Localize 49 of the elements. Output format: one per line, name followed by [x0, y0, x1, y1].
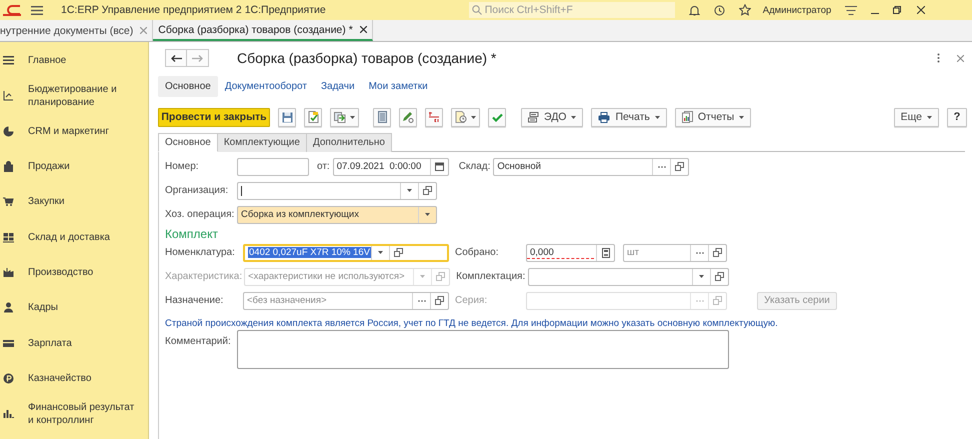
section-heading: Комплект [165, 227, 219, 241]
field-label: от: [317, 161, 330, 172]
print-button[interactable]: Печать [591, 108, 667, 126]
sidebar-item[interactable]: Финансовый результат и контроллинг [0, 396, 148, 432]
form-title: Сборка (разборка) товаров (создание) * [237, 50, 496, 66]
edo-button[interactable]: ЭДО [521, 108, 584, 126]
sidebar-item[interactable]: Склад и доставка [0, 219, 148, 255]
sidebar-item[interactable]: Главное [0, 43, 148, 78]
section-link[interactable]: Задачи [314, 76, 362, 97]
field-label: Серия: [455, 295, 488, 306]
reports-button[interactable]: Отчеты [674, 108, 752, 126]
sidebar-item[interactable]: Продажи [0, 148, 148, 184]
more-button[interactable]: Еще [894, 108, 939, 126]
form-tab[interactable]: Основное [158, 133, 218, 152]
purpose-field[interactable]: <без назначения> [243, 292, 449, 310]
post-and-close-button[interactable]: Провести и закрыть [158, 108, 270, 126]
field-label: Характеристика: [165, 271, 242, 282]
warehouse-field[interactable]: Основной [493, 158, 690, 176]
app-title: 1С:ERP Управление предприятием 2 1С:Предприятие [61, 4, 326, 16]
sidebar-item[interactable]: Кадры [0, 290, 148, 326]
sidebar-item[interactable]: Производство [0, 254, 148, 290]
form-tab[interactable]: Комплектующие [218, 133, 307, 152]
field-label: Хоз. операция: [165, 209, 235, 220]
document-tab[interactable]: нутренние документы (все) [0, 20, 154, 41]
help-button[interactable]: ? [947, 108, 967, 126]
form-tab[interactable]: Дополнительно [306, 133, 392, 152]
sidebar-item[interactable]: Бюджетирование и планирование [0, 78, 148, 114]
sidebar-item[interactable]: Казначейство [0, 360, 148, 396]
field-label: Назначение: [165, 295, 224, 306]
section-link[interactable]: Документооборот [218, 76, 314, 97]
section-link[interactable]: Основное [158, 76, 218, 97]
operation-field[interactable]: Сборка из комплектующих [237, 206, 437, 224]
field-label: Комплектация: [456, 271, 526, 282]
field-label: Комментарий: [165, 336, 232, 347]
field-label: Номер: [165, 161, 200, 172]
field-label: Склад: [458, 161, 490, 172]
sidebar-item[interactable]: CRM и маркетинг [0, 114, 148, 149]
user-name[interactable]: Администратор [762, 4, 832, 16]
sidebar-item[interactable]: Зарплата [0, 325, 148, 361]
nomenclature-field[interactable]: 0402 0,027uF X7R 10% 16V [243, 244, 449, 262]
sidebar-item[interactable]: Закупки [0, 184, 148, 220]
document-tab[interactable]: Сборка (разборка) товаров (создание) * [153, 20, 373, 41]
field-label: Собрано: [455, 247, 500, 258]
date-field[interactable]: 07.09.2021 0:00:00 [332, 158, 449, 176]
section-link[interactable]: Мои заметки [362, 76, 435, 97]
field-label: Организация: [165, 185, 230, 196]
field-label: Номенклатура: [165, 247, 236, 258]
info-message: Страной происхождения комплекта является Россия, учет по ГТД не ведется. Для информации можно указать основную комплектующую. [165, 318, 779, 329]
quantity-field[interactable]: 0,000 [526, 244, 615, 262]
